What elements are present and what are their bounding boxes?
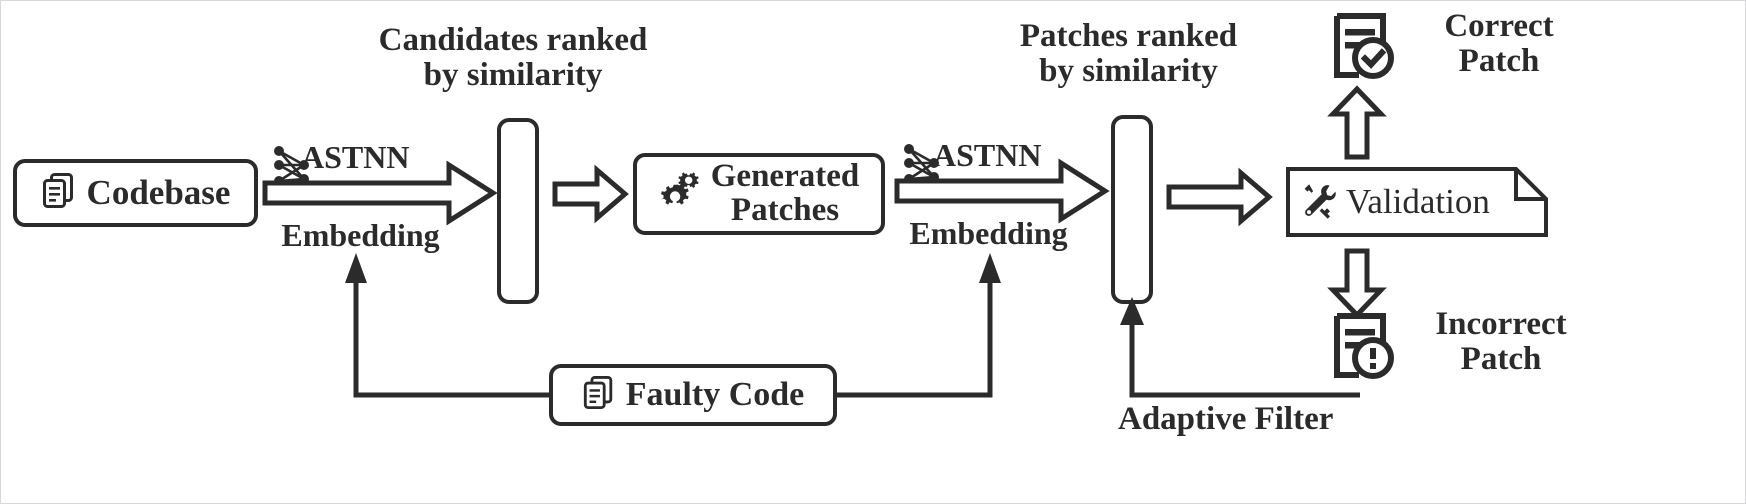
node-faulty-code-label: Faulty Code	[625, 375, 805, 413]
connector-adaptive-filter-feedback	[1129, 316, 1360, 398]
documents-icon	[41, 172, 77, 215]
documents-icon	[582, 375, 616, 416]
node-validation-label: Validation	[1346, 182, 1490, 222]
neural-network-icon	[901, 141, 943, 194]
node-validation[interactable]: Validation	[1286, 167, 1548, 237]
document-alert-icon	[1331, 311, 1397, 392]
arrowhead-right-embedding	[979, 253, 1001, 283]
label-astnn-right: ASTNN	[933, 137, 1042, 173]
label-incorrect-patch: Incorrect Patch	[1435, 306, 1567, 377]
node-codebase-label: Codebase	[86, 173, 231, 213]
patch-ranking-bar[interactable]	[1111, 115, 1153, 304]
node-generated-patches[interactable]: Generated Patches	[633, 153, 885, 235]
arrow-bar2-to-validation	[1166, 167, 1273, 227]
diagram-canvas: Candidates ranked by similarity Patches …	[0, 0, 1746, 504]
node-faulty-code[interactable]: Faulty Code	[549, 364, 837, 426]
label-embedding-left: Embedding	[281, 217, 440, 253]
node-codebase[interactable]: Codebase	[13, 159, 258, 227]
tools-icon	[1298, 180, 1338, 225]
candidate-ranking-bar[interactable]	[497, 118, 539, 304]
arrow-bar-to-generated	[552, 164, 629, 224]
neural-network-icon	[271, 143, 313, 196]
label-correct-patch: Correct Patch	[1444, 8, 1554, 79]
document-check-icon	[1331, 11, 1397, 92]
arrow-validation-to-incorrect	[1327, 248, 1387, 319]
gears-icon	[659, 170, 705, 219]
label-astnn-left: ASTNN	[301, 139, 410, 175]
label-embedding-right: Embedding	[909, 215, 1068, 251]
label-adaptive-filter: Adaptive Filter	[1118, 401, 1334, 437]
node-generated-patches-label: Generated Patches	[710, 158, 860, 228]
label-candidates-ranked: Candidates ranked by similarity	[378, 22, 648, 93]
arrow-validation-to-correct	[1327, 85, 1387, 160]
label-patches-ranked: Patches ranked by similarity	[1019, 18, 1238, 89]
arrowhead-left-embedding	[345, 253, 367, 283]
connector-faulty-to-right-embedding	[837, 273, 993, 398]
